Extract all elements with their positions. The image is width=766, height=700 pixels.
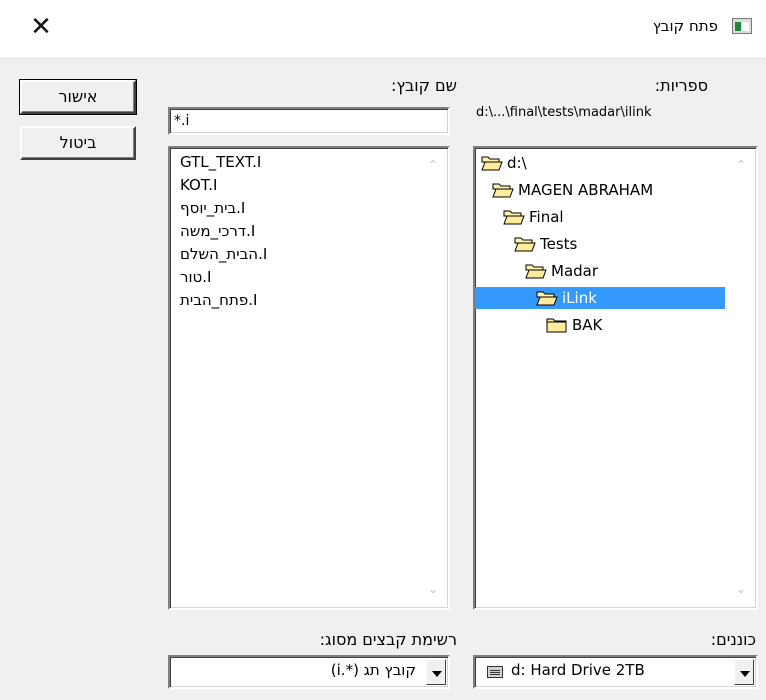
- file-list-item[interactable]: הבית_השלם.I: [180, 244, 267, 264]
- title-bar: ✕ פתח קובץ: [0, 0, 766, 59]
- file-list-item[interactable]: טור.I: [180, 267, 211, 287]
- scroll-up-icon[interactable]: ⌃: [426, 158, 440, 172]
- file-list[interactable]: GTL_TEXT.I KOT.I בית_יוסף.I דרכי_משה.I הבית_…: [168, 146, 450, 610]
- folder-open-icon: [481, 156, 503, 171]
- window-title: פתח קובץ: [652, 17, 718, 35]
- directory-item-label: BAK: [572, 316, 603, 334]
- drives-label: כוננים:: [710, 630, 756, 649]
- directory-tree[interactable]: d:\ MAGEN ABRAHAM Final Tests Madar iLink BAK …: [473, 146, 758, 610]
- directory-item-label: Madar: [551, 262, 599, 280]
- directory-item[interactable]: Madar: [475, 260, 735, 282]
- folder-closed-icon: [546, 318, 567, 333]
- app-icon: [732, 18, 752, 34]
- file-list-item[interactable]: פתח_הבית.I: [180, 290, 257, 310]
- scroll-down-icon[interactable]: ⌄: [426, 582, 440, 596]
- directory-item-label: MAGEN ABRAHAM: [518, 181, 654, 199]
- chevron-down-icon[interactable]: [734, 659, 754, 685]
- filename-label: שם קובץ:: [390, 76, 457, 95]
- scroll-up-icon[interactable]: ⌃: [734, 158, 748, 172]
- folder-open-icon: [492, 183, 514, 198]
- directory-item[interactable]: Final: [475, 206, 735, 228]
- folder-open-icon: [525, 264, 547, 279]
- folder-open-icon: [514, 237, 536, 252]
- file-list-item[interactable]: GTL_TEXT.I: [180, 152, 261, 172]
- directories-label: ספריות:: [654, 76, 708, 95]
- file-list-item[interactable]: דרכי_משה.I: [180, 221, 255, 241]
- scroll-down-icon[interactable]: ⌄: [734, 582, 748, 596]
- directory-item[interactable]: iLink: [475, 287, 725, 309]
- hard-drive-icon: [487, 666, 503, 678]
- file-list-item[interactable]: KOT.I: [180, 175, 217, 195]
- folder-open-icon: [503, 210, 525, 225]
- cancel-button[interactable]: ביטול: [20, 126, 136, 160]
- directory-item-label: iLink: [562, 289, 597, 307]
- filetype-select-value: קובץ תג (*.i): [330, 661, 416, 679]
- drive-select-value: d: Hard Drive 2TB: [511, 661, 645, 679]
- directory-item[interactable]: MAGEN ABRAHAM: [475, 179, 735, 201]
- directory-item[interactable]: d:\: [475, 152, 735, 174]
- file-list-item[interactable]: בית_יוסף.I: [180, 198, 245, 218]
- drive-select[interactable]: d: Hard Drive 2TB: [473, 655, 758, 689]
- directory-item-label: d:\: [507, 154, 527, 172]
- folder-open-icon: [536, 291, 558, 306]
- filename-input-value: *.i: [174, 113, 190, 129]
- directory-item[interactable]: Tests: [475, 233, 735, 255]
- ok-button[interactable]: אישור: [20, 80, 136, 114]
- directory-item-label: Tests: [540, 235, 578, 253]
- chevron-down-icon[interactable]: [426, 659, 446, 685]
- filename-input[interactable]: *.i: [168, 107, 450, 135]
- close-icon[interactable]: ✕: [26, 12, 56, 42]
- filetype-select[interactable]: קובץ תג (*.i): [168, 655, 450, 689]
- directory-item-label: Final: [529, 208, 564, 226]
- current-path: d:\...\final\tests\madar\ilink: [476, 105, 652, 120]
- directory-item[interactable]: BAK: [475, 314, 735, 336]
- filetype-label: רשימת קבצים מסוג:: [319, 630, 457, 649]
